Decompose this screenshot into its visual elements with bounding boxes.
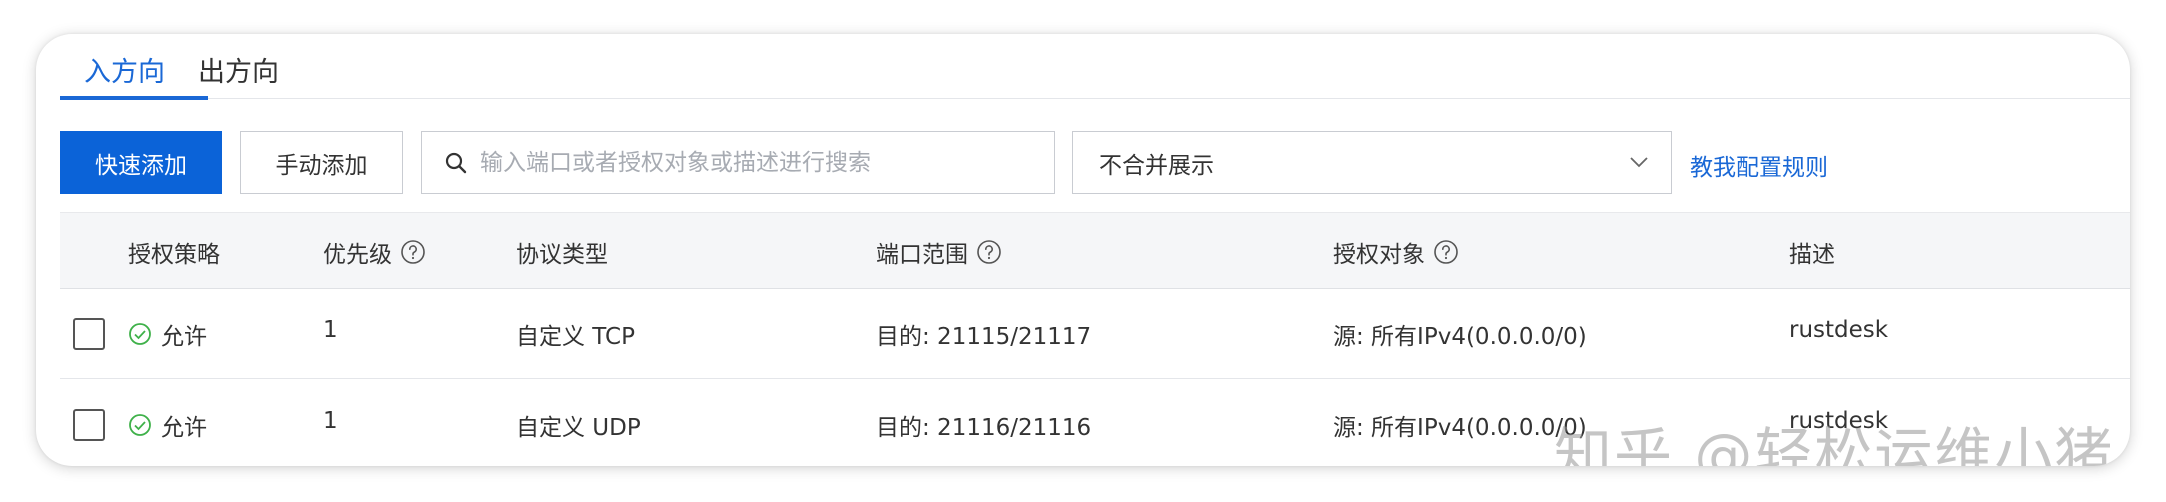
check-circle-icon xyxy=(129,323,151,345)
quick-add-button[interactable]: 快速添加 xyxy=(60,131,222,194)
direction-tabs: 入方向 出方向 xyxy=(60,34,2130,100)
check-circle-icon xyxy=(129,414,151,436)
column-header-policy-label: 授权策略 xyxy=(128,242,220,268)
auth-object-cell: 源: 所有IPv4(0.0.0.0/0) xyxy=(1333,415,1587,441)
auth-object-cell: 源: 所有IPv4(0.0.0.0/0) xyxy=(1333,324,1587,350)
column-header-auth-object-label: 授权对象 xyxy=(1333,242,1425,268)
column-header-priority[interactable]: 优先级 xyxy=(323,235,426,269)
column-header-protocol[interactable]: 协议类型 xyxy=(516,235,608,269)
search-input[interactable] xyxy=(480,149,1040,176)
protocol-cell: 自定义 TCP xyxy=(516,324,635,350)
table-header: 授权策略 优先级 协议类型 端口范围 授权对象 描述 xyxy=(60,212,2130,289)
column-header-description[interactable]: 描述 xyxy=(1789,235,1835,269)
merge-display-select[interactable]: 不合并展示 xyxy=(1072,131,1672,194)
column-header-port-range[interactable]: 端口范围 xyxy=(876,235,1002,269)
policy-cell: 允许 xyxy=(128,317,207,351)
chevron-down-icon xyxy=(1630,157,1648,168)
column-header-priority-label: 优先级 xyxy=(323,242,392,268)
row-checkbox[interactable] xyxy=(73,318,105,350)
active-tab-indicator xyxy=(60,96,208,100)
tab-outbound[interactable]: 出方向 xyxy=(198,50,279,89)
table-row[interactable]: 允许 1 自定义 TCP 目的: 21115/21117 源: 所有IPv4(0… xyxy=(60,289,2130,379)
merge-display-select-value: 不合并展示 xyxy=(1099,152,1214,179)
column-header-policy[interactable]: 授权策略 xyxy=(128,235,220,269)
column-header-auth-object[interactable]: 授权对象 xyxy=(1333,235,1459,269)
column-header-protocol-label: 协议类型 xyxy=(516,242,608,268)
port-range-cell: 目的: 21115/21117 xyxy=(876,324,1092,350)
priority-cell: 1 xyxy=(323,317,338,343)
config-help-link[interactable]: 教我配置规则 xyxy=(1690,148,1828,182)
description-cell: rustdesk xyxy=(1789,317,1889,343)
column-header-port-range-label: 端口范围 xyxy=(876,242,968,268)
priority-cell: 1 xyxy=(323,408,338,434)
column-header-description-label: 描述 xyxy=(1789,242,1835,268)
tab-inbound[interactable]: 入方向 xyxy=(84,50,165,89)
security-group-rules-panel: 入方向 出方向 快速添加 手动添加 不合并展示 教我配置规则 授权策略 优先级 … xyxy=(36,34,2130,466)
policy-cell: 允许 xyxy=(128,408,207,442)
policy-text: 允许 xyxy=(161,415,207,441)
search-icon xyxy=(445,152,467,173)
search-box[interactable] xyxy=(421,131,1055,194)
policy-text: 允许 xyxy=(161,324,207,350)
port-range-cell: 目的: 21116/21116 xyxy=(876,415,1092,441)
manual-add-button[interactable]: 手动添加 xyxy=(240,131,403,194)
row-checkbox[interactable] xyxy=(73,409,105,441)
protocol-cell: 自定义 UDP xyxy=(516,415,641,441)
question-circle-icon[interactable] xyxy=(976,239,1002,265)
question-circle-icon[interactable] xyxy=(1433,239,1459,265)
question-circle-icon[interactable] xyxy=(400,239,426,265)
watermark: 知乎 @轻松运维小猪 xyxy=(1554,421,2115,466)
